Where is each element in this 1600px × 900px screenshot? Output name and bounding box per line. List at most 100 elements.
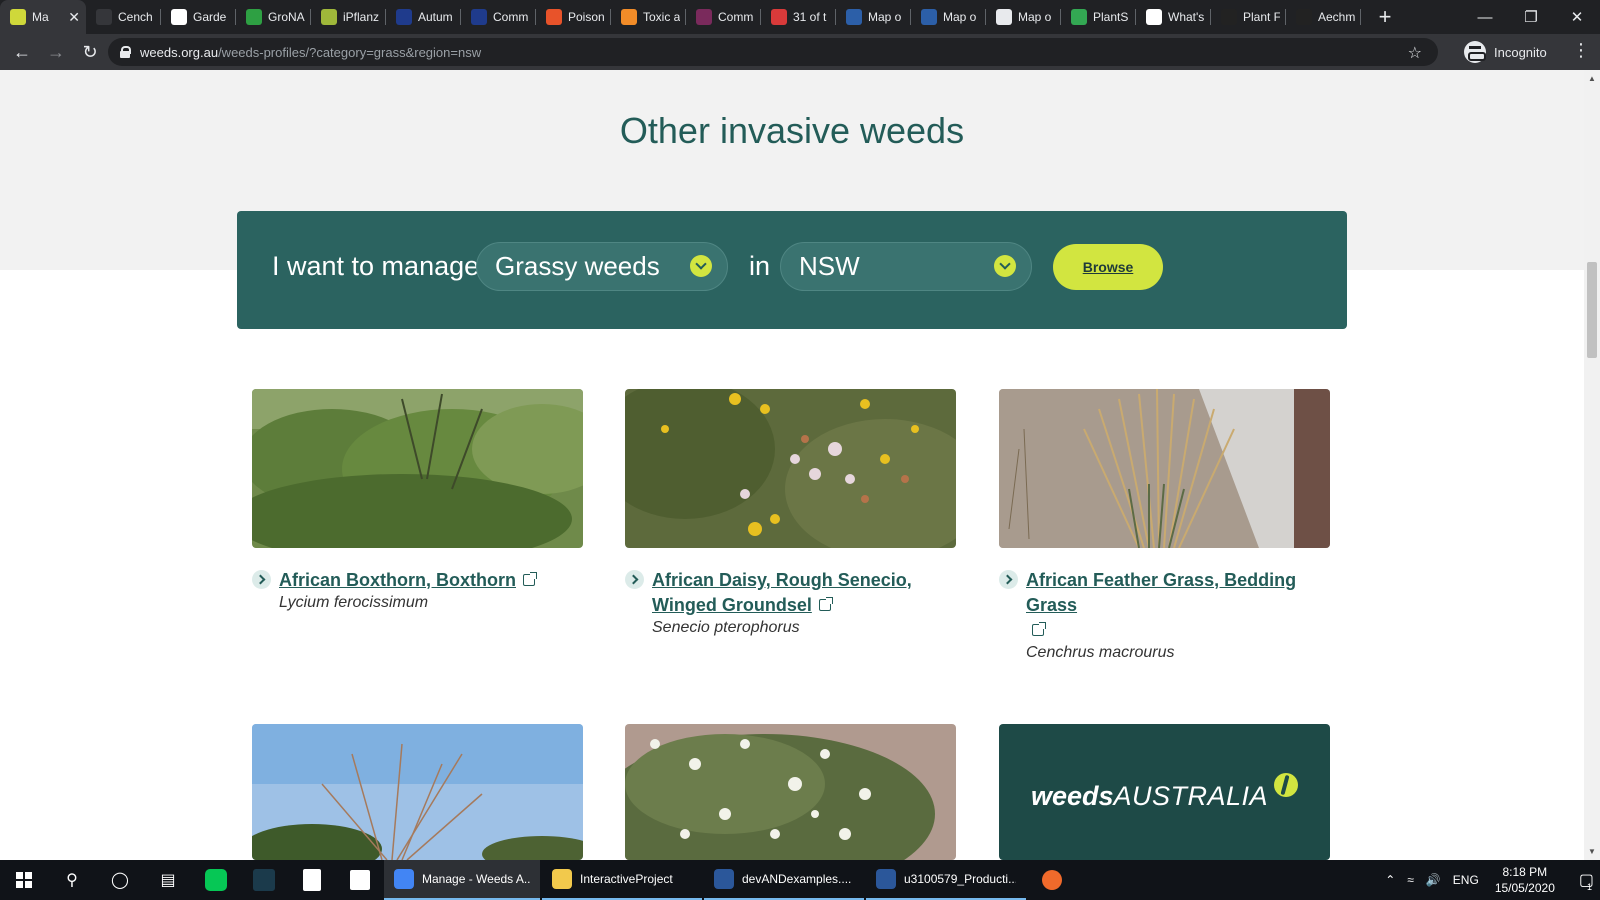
weed-photo[interactable] (999, 389, 1330, 548)
chevron-down-icon (690, 255, 712, 277)
system-tray: ⌃ ≈ 🔊 ENG 8:18 PM 15/05/2020 ▢ 1 (1379, 860, 1600, 900)
minimize-button[interactable]: — (1462, 0, 1508, 34)
logo-leaf-icon (1274, 772, 1299, 797)
clock[interactable]: 8:18 PM 15/05/2020 (1495, 864, 1555, 896)
tab-favicon-icon (396, 9, 412, 25)
tab-title: iPflanz (343, 10, 380, 24)
window-controls: — ❐ ✕ (1462, 0, 1600, 34)
tab-favicon-icon (1221, 9, 1237, 25)
scroll-up-arrow-icon[interactable]: ▲ (1588, 74, 1596, 83)
tab-favicon-icon (471, 9, 487, 25)
language-indicator[interactable]: ENG (1453, 873, 1479, 887)
volume-icon[interactable]: 🔊 (1426, 873, 1441, 887)
scientific-name: Lycium ferocissimum (279, 594, 429, 611)
tab-favicon-icon (10, 9, 26, 25)
app-icon[interactable] (240, 860, 288, 900)
browser-menu-icon[interactable]: ⋮ (1572, 40, 1590, 61)
restore-button[interactable]: ❐ (1508, 0, 1554, 34)
new-tab-button[interactable]: + (1373, 4, 1397, 30)
browser-tab[interactable]: Poison (536, 0, 611, 34)
taskbar-app-button[interactable]: u3100579_Producti... (866, 860, 1026, 900)
taskbar-app-button[interactable]: InteractiveProject (542, 860, 702, 900)
tab-favicon-icon (846, 9, 862, 25)
line-app-icon[interactable] (192, 860, 240, 900)
browser-tab[interactable]: Plant F (1211, 0, 1286, 34)
app-icon (714, 869, 734, 889)
browser-tab[interactable]: Toxic a (611, 0, 686, 34)
tab-title: Autum (418, 10, 453, 24)
show-hidden-icons-icon[interactable]: ⌃ (1385, 873, 1395, 887)
tab-title: GroNA (268, 10, 305, 24)
weed-photo[interactable] (252, 389, 583, 548)
bookmark-star-icon[interactable]: ☆ (1408, 43, 1422, 63)
notifications-icon[interactable]: ▢ 1 (1579, 870, 1594, 892)
tab-close-icon[interactable]: ✕ (68, 9, 80, 26)
tab-title: Toxic a (643, 10, 680, 24)
browser-tab[interactable]: Garde (161, 0, 236, 34)
browser-tab[interactable]: Map o (836, 0, 911, 34)
taskbar-app-button[interactable]: Manage - Weeds A... (384, 860, 540, 900)
tab-favicon-icon (771, 9, 787, 25)
browser-tab[interactable]: 31 of t (761, 0, 836, 34)
url-text: weeds.org.au/weeds-profiles/?category=gr… (140, 44, 482, 60)
weed-name-link[interactable]: African Feather Grass, Bedding Grass (1026, 568, 1330, 643)
filter-connector-label: in (749, 251, 771, 281)
lock-icon (120, 46, 131, 58)
tab-favicon-icon (1071, 9, 1087, 25)
taskbar-app-button[interactable]: devANDexamples.... (704, 860, 864, 900)
incognito-indicator[interactable]: Incognito (1464, 38, 1547, 66)
forward-button[interactable]: → (40, 36, 72, 68)
browser-tab[interactable]: Map o (911, 0, 986, 34)
tab-title: Garde (193, 10, 227, 24)
browse-button[interactable]: Browse (1053, 244, 1163, 290)
task-view-icon[interactable]: ▤ (144, 860, 192, 900)
address-bar[interactable]: weeds.org.au/weeds-profiles/?category=gr… (108, 38, 1438, 66)
scientific-name: Cenchrus macrourus (1026, 644, 1175, 661)
browser-tab[interactable]: PlantS (1061, 0, 1136, 34)
solitaire-icon[interactable] (288, 860, 336, 900)
region-select[interactable]: NSW (780, 242, 1032, 291)
chevron-down-icon (994, 255, 1016, 277)
tab-favicon-icon (546, 9, 562, 25)
tab-title: Comm (493, 10, 529, 24)
weed-photo[interactable] (625, 724, 956, 860)
app-icon (394, 869, 414, 889)
search-icon[interactable]: ⚲ (48, 860, 96, 900)
tab-favicon-icon (1296, 9, 1312, 25)
weed-card-grass-photo (252, 724, 583, 860)
browser-tab[interactable]: iPflanz (311, 0, 386, 34)
external-link-icon (818, 597, 833, 611)
scientific-name: Senecio pterophorus (652, 619, 800, 636)
browser-tab[interactable]: What's (1136, 0, 1211, 34)
logo-tile[interactable]: weedsAUSTRALIA (999, 724, 1330, 860)
back-button[interactable]: ← (6, 36, 38, 68)
browser-tab[interactable]: Ma ✕ (0, 0, 86, 34)
weed-photo[interactable] (252, 724, 583, 860)
weed-name-link[interactable]: African Daisy, Rough Senecio, Winged Gro… (652, 568, 912, 618)
browser-tab[interactable]: GroNA (236, 0, 311, 34)
browser-tab[interactable]: Autum (386, 0, 461, 34)
brave-icon[interactable] (1028, 860, 1076, 900)
windows-start-icon[interactable] (0, 860, 48, 900)
tab-title: Map o (943, 10, 977, 24)
cortana-icon[interactable]: ◯ (96, 860, 144, 900)
tab-favicon-icon (171, 9, 187, 25)
browser-tab[interactable]: Cench (86, 0, 161, 34)
weed-name-link[interactable]: African Boxthorn, Boxthorn (279, 570, 537, 590)
browser-tab[interactable]: Aechm (1286, 0, 1361, 34)
category-select[interactable]: Grassy weeds (476, 242, 728, 291)
app-icon (552, 869, 572, 889)
close-window-button[interactable]: ✕ (1554, 0, 1600, 34)
scrollbar-thumb[interactable] (1587, 262, 1597, 358)
store-icon[interactable] (336, 860, 384, 900)
chevron-right-icon (625, 570, 644, 589)
weed-photo[interactable] (625, 389, 956, 548)
browser-tab[interactable]: Comm (686, 0, 761, 34)
weeds-australia-logo: weedsAUSTRALIA (1031, 772, 1299, 812)
scroll-down-arrow-icon[interactable]: ▼ (1588, 847, 1596, 856)
reload-button[interactable]: ↻ (74, 36, 106, 68)
browser-tab[interactable]: Map o (986, 0, 1061, 34)
page-scrollbar[interactable]: ▲ ▼ (1584, 70, 1600, 860)
wifi-icon[interactable]: ≈ (1407, 873, 1414, 887)
browser-tab[interactable]: Comm (461, 0, 536, 34)
